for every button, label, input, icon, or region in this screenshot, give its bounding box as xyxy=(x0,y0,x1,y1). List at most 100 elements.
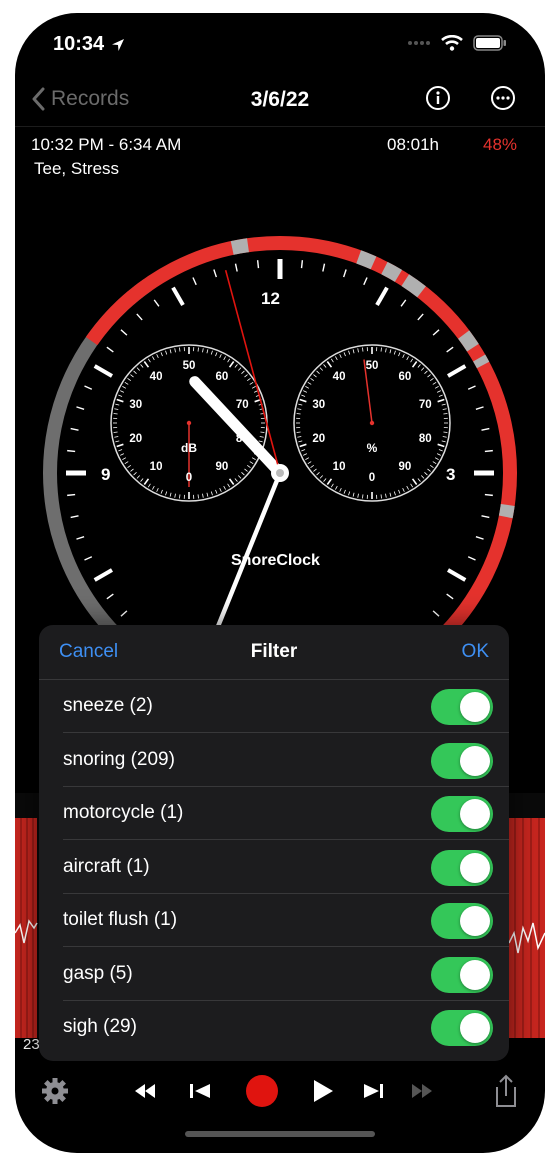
dial-tick xyxy=(406,356,409,361)
dial-tick xyxy=(206,492,209,497)
dial-tick xyxy=(115,403,120,406)
dial-tick xyxy=(237,367,242,371)
dial-tick xyxy=(326,478,333,485)
dial-tick xyxy=(348,491,351,496)
percent-dial-unit: % xyxy=(366,441,378,455)
filter-row-label: sigh (29) xyxy=(63,1016,137,1037)
minute-tick xyxy=(475,535,484,540)
dial-tick xyxy=(152,485,155,490)
filter-row: aircraft (1) xyxy=(63,840,509,894)
toggle-knob xyxy=(460,959,490,990)
dial-tick xyxy=(299,443,307,448)
dial-tick xyxy=(442,436,447,438)
wave-time-label: 23 xyxy=(23,1036,40,1053)
clock-arc-segment xyxy=(381,261,403,282)
filter-row: motorcycle (1) xyxy=(63,786,509,840)
hour-marker xyxy=(93,568,113,582)
filter-title: Filter xyxy=(250,641,298,662)
filter-toggle[interactable] xyxy=(431,742,493,779)
more-button[interactable] xyxy=(490,85,516,116)
filter-toggle[interactable] xyxy=(431,903,493,939)
minute-tick xyxy=(76,535,85,540)
db-dial-unit: dB xyxy=(181,441,197,455)
dial-tick xyxy=(259,436,264,438)
dial-tick xyxy=(241,471,245,476)
dial-tick xyxy=(330,483,334,488)
dial-tick xyxy=(241,370,245,375)
db-dial-label: 0 xyxy=(185,472,193,484)
dial-tick xyxy=(210,491,213,496)
dial-tick xyxy=(424,370,428,375)
dial-tick xyxy=(147,358,151,363)
minute-tick xyxy=(432,610,440,617)
dial-tick xyxy=(127,378,131,382)
dial-tick xyxy=(420,475,425,479)
dial-tick xyxy=(335,485,338,490)
dial-tick xyxy=(307,381,312,385)
dial-tick xyxy=(124,461,129,465)
dial-tick xyxy=(215,352,218,357)
filter-toggle[interactable] xyxy=(431,689,493,725)
filter-toggle[interactable] xyxy=(431,956,493,993)
filter-row: sneeze (2) xyxy=(63,679,509,733)
minute-tick xyxy=(475,406,484,411)
clock-arc-segment xyxy=(498,504,515,519)
dial-tick xyxy=(202,348,204,353)
info-button[interactable] xyxy=(425,85,451,116)
skip-back-icon[interactable] xyxy=(190,1084,210,1098)
share-icon[interactable] xyxy=(496,1074,516,1107)
dial-tick xyxy=(410,483,414,488)
hour-label-12: 12 xyxy=(261,289,280,308)
dial-tick xyxy=(410,358,414,363)
ok-button[interactable]: OK xyxy=(462,641,489,663)
minute-tick xyxy=(417,313,424,321)
dial-tick xyxy=(437,443,445,448)
dial-tick xyxy=(443,413,448,415)
record-time-range: 10:32 PM - 6:34 AM xyxy=(31,135,182,154)
skip-forward-icon[interactable] xyxy=(364,1084,383,1098)
filter-toggle[interactable] xyxy=(431,796,493,832)
gear-icon[interactable] xyxy=(42,1078,68,1104)
dial-tick xyxy=(385,493,387,498)
dial-tick xyxy=(114,436,119,438)
dial-tick xyxy=(160,489,163,494)
dial-tick xyxy=(319,475,324,479)
play-icon[interactable] xyxy=(314,1080,333,1102)
minute-tick xyxy=(213,269,218,278)
phone-screen: 10:34 Records 3/6/22 10:32 PM - 6:34 AM … xyxy=(15,13,545,1153)
fast-forward-icon[interactable] xyxy=(412,1084,432,1098)
dial-tick xyxy=(393,350,396,355)
dial-tick xyxy=(299,398,307,403)
filter-header: Cancel Filter OK xyxy=(39,625,509,680)
dial-tick xyxy=(244,374,248,378)
dial-tick xyxy=(417,364,421,368)
dial-tick xyxy=(244,468,248,472)
filter-toggle[interactable] xyxy=(431,1010,493,1046)
toggle-knob xyxy=(460,906,490,936)
dial-tick xyxy=(124,381,129,385)
minute-tick xyxy=(120,329,128,336)
dial-tick xyxy=(120,453,125,456)
dial-tick xyxy=(120,390,125,393)
hour-marker xyxy=(447,364,467,378)
rewind-icon[interactable] xyxy=(135,1084,155,1098)
dial-tick xyxy=(227,358,231,363)
dial-tick xyxy=(436,390,441,393)
dial-tick xyxy=(165,491,168,496)
filter-toggle[interactable] xyxy=(431,849,493,886)
record-icon[interactable] xyxy=(246,1075,278,1107)
dial-tick xyxy=(223,356,226,361)
dial-tick xyxy=(352,349,355,354)
dial-tick xyxy=(298,403,303,406)
dial-tick xyxy=(319,367,324,371)
hour-marker xyxy=(447,568,467,582)
dial-tick xyxy=(169,492,172,497)
toggle-knob xyxy=(460,852,490,883)
dial-tick xyxy=(234,478,238,482)
dial-tick xyxy=(130,468,134,472)
db-dial-label: 30 xyxy=(129,398,143,411)
db-dial-label: 10 xyxy=(149,461,163,474)
hour-marker xyxy=(171,286,185,306)
dial-tick xyxy=(169,349,172,354)
dial-tick xyxy=(179,347,181,352)
